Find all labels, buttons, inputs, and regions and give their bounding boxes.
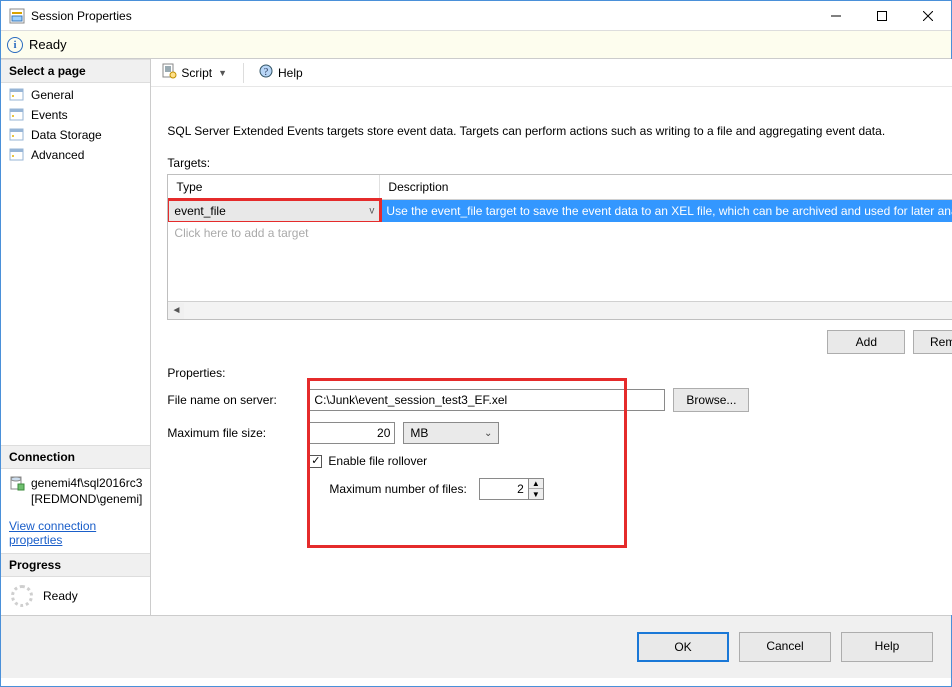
maximize-button[interactable] bbox=[859, 1, 905, 31]
chevron-down-icon: ▼ bbox=[216, 68, 229, 78]
view-connection-properties-link[interactable]: View connection properties bbox=[9, 519, 96, 547]
nav-item-events[interactable]: Events bbox=[1, 105, 150, 125]
status-bar: i Ready bbox=[1, 31, 951, 59]
sidebar-section-progress: Progress bbox=[1, 553, 150, 577]
filename-label: File name on server: bbox=[167, 393, 309, 407]
nav-item-data-storage[interactable]: Data Storage bbox=[1, 125, 150, 145]
nav-list: General Events Data Storage Advanced bbox=[1, 83, 150, 167]
checkbox-icon: ✓ bbox=[309, 455, 322, 468]
status-text: Ready bbox=[29, 37, 67, 52]
rollover-label: Enable file rollover bbox=[328, 454, 427, 468]
sidebar-section-page: Select a page bbox=[1, 59, 150, 83]
chevron-down-icon[interactable]: v bbox=[369, 206, 374, 217]
spin-down-icon[interactable]: ▼ bbox=[529, 489, 543, 499]
table-row[interactable]: event_file v Use the event_file target t… bbox=[168, 200, 952, 222]
page-icon bbox=[9, 107, 25, 123]
maxfiles-input[interactable] bbox=[479, 478, 529, 500]
table-row-placeholder[interactable]: Click here to add a target bbox=[168, 222, 952, 244]
script-icon bbox=[161, 63, 177, 82]
titlebar: Session Properties bbox=[1, 1, 951, 31]
scroll-left-icon[interactable]: ◄ bbox=[168, 303, 184, 319]
target-type-value: event_file bbox=[174, 204, 225, 218]
th-type[interactable]: Type bbox=[168, 175, 380, 199]
sidebar-section-connection: Connection bbox=[1, 445, 150, 469]
add-button[interactable]: Add bbox=[827, 330, 905, 354]
main-panel: Script ▼ ? Help SQL Server Extended Even… bbox=[151, 59, 952, 615]
targets-table: Type Description event_file v Use the ev… bbox=[167, 174, 952, 320]
connection-user: [REDMOND\genemi] bbox=[31, 491, 142, 507]
connection-info: genemi4f\sql2016rc3 [REDMOND\genemi] bbox=[1, 469, 150, 513]
close-button[interactable] bbox=[905, 1, 951, 31]
connection-server: genemi4f\sql2016rc3 bbox=[31, 475, 142, 491]
help-icon: ? bbox=[258, 63, 274, 82]
nav-label: Events bbox=[31, 108, 68, 122]
window-title: Session Properties bbox=[31, 9, 813, 23]
th-description[interactable]: Description bbox=[380, 175, 952, 199]
nav-label: General bbox=[31, 88, 74, 102]
placeholder-cell[interactable]: Click here to add a target bbox=[168, 222, 952, 244]
filename-input[interactable] bbox=[309, 389, 665, 411]
toolbar-separator bbox=[243, 63, 244, 83]
info-icon: i bbox=[7, 37, 23, 53]
help-label: Help bbox=[278, 66, 303, 80]
svg-text:?: ? bbox=[264, 67, 269, 78]
target-type-combo[interactable]: event_file v bbox=[168, 200, 380, 222]
maxsize-label: Maximum file size: bbox=[167, 426, 309, 440]
page-icon bbox=[9, 87, 25, 103]
maxsize-unit-select[interactable]: MB ⌄ bbox=[403, 422, 499, 444]
app-icon bbox=[9, 8, 25, 24]
script-button[interactable]: Script ▼ bbox=[157, 61, 233, 84]
browse-button[interactable]: Browse... bbox=[673, 388, 749, 412]
nav-label: Advanced bbox=[31, 148, 84, 162]
properties-label: Properties: bbox=[167, 366, 952, 380]
intro-text: SQL Server Extended Events targets store… bbox=[167, 123, 952, 140]
nav-item-general[interactable]: General bbox=[1, 85, 150, 105]
page-icon bbox=[9, 127, 25, 143]
cancel-button[interactable]: Cancel bbox=[739, 632, 831, 662]
nav-item-advanced[interactable]: Advanced bbox=[1, 145, 150, 165]
ok-button[interactable]: OK bbox=[637, 632, 729, 662]
progress-spinner-icon bbox=[11, 585, 33, 607]
progress-text: Ready bbox=[43, 589, 78, 603]
chevron-down-icon: ⌄ bbox=[484, 428, 492, 439]
script-label: Script bbox=[181, 66, 212, 80]
maxsize-input[interactable] bbox=[309, 422, 395, 444]
remove-button[interactable]: Remove bbox=[913, 330, 952, 354]
dialog-footer: OK Cancel Help bbox=[1, 615, 951, 678]
maxfiles-spinner[interactable]: ▲ ▼ bbox=[479, 478, 544, 500]
targets-label: Targets: bbox=[167, 156, 952, 170]
server-icon bbox=[9, 475, 25, 495]
help-button-footer[interactable]: Help bbox=[841, 632, 933, 662]
rollover-checkbox[interactable]: ✓ Enable file rollover bbox=[309, 454, 952, 468]
maxsize-unit-value: MB bbox=[410, 426, 428, 440]
nav-label: Data Storage bbox=[31, 128, 102, 142]
target-description-cell: Use the event_file target to save the ev… bbox=[380, 200, 952, 222]
spin-up-icon[interactable]: ▲ bbox=[529, 479, 543, 489]
sidebar: Select a page General Events Data Storag… bbox=[1, 59, 151, 615]
help-button[interactable]: ? Help bbox=[254, 61, 307, 84]
minimize-button[interactable] bbox=[813, 1, 859, 31]
horizontal-scrollbar[interactable]: ◄ ► bbox=[168, 301, 952, 319]
toolbar: Script ▼ ? Help bbox=[151, 59, 952, 87]
maxfiles-label: Maximum number of files: bbox=[329, 482, 466, 496]
page-icon bbox=[9, 147, 25, 163]
